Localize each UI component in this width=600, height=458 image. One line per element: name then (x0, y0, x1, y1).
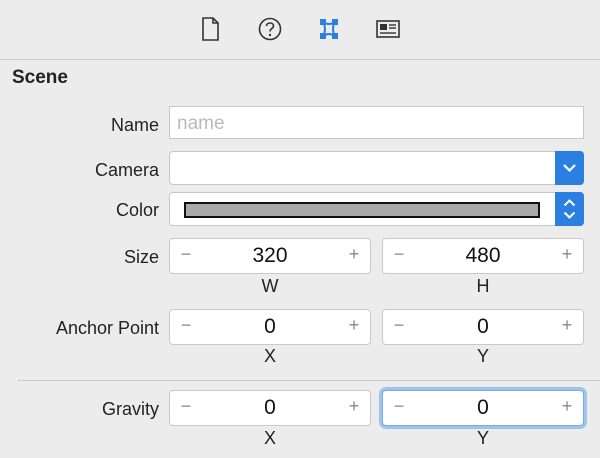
size-label: Size (123, 247, 159, 267)
anchor-y-stepper[interactable]: − 0 + (382, 309, 584, 345)
stepper-value[interactable]: 0 (413, 396, 553, 420)
decrement-button[interactable]: − (389, 244, 409, 265)
increment-button[interactable]: + (344, 396, 364, 417)
decrement-button[interactable]: − (389, 315, 409, 336)
name-label: Name (110, 115, 159, 135)
stepper-value[interactable]: 0 (200, 315, 340, 339)
camera-label: Camera (94, 160, 159, 180)
gravity-y-stepper[interactable]: − 0 + (382, 390, 584, 426)
increment-button[interactable]: + (557, 244, 577, 265)
camera-popup[interactable] (169, 151, 584, 185)
size-height-stepper[interactable]: − 480 + (382, 238, 584, 274)
chevron-updown-icon[interactable] (555, 192, 584, 226)
size-h-sublabel: H (476, 276, 490, 296)
name-placeholder: name (177, 113, 225, 134)
divider (18, 380, 600, 381)
anchor-x-sublabel: X (263, 346, 276, 366)
increment-button[interactable]: + (344, 315, 364, 336)
size-w-sublabel: W (261, 276, 279, 296)
stepper-value[interactable]: 0 (200, 396, 340, 420)
stepper-value[interactable]: 480 (413, 244, 553, 268)
stepper-value[interactable]: 320 (200, 244, 340, 268)
stepper-value[interactable]: 0 (413, 315, 553, 339)
gravity-y-sublabel: Y (476, 428, 489, 448)
decrement-button[interactable]: − (389, 396, 409, 417)
increment-button[interactable]: + (557, 396, 577, 417)
color-label: Color (115, 200, 159, 220)
size-width-stepper[interactable]: − 320 + (169, 238, 371, 274)
inspector-toolbar (0, 0, 600, 60)
size-inspector-icon[interactable] (374, 14, 402, 44)
name-field[interactable]: name (169, 106, 584, 139)
increment-button[interactable]: + (344, 244, 364, 265)
color-swatch[interactable] (184, 202, 540, 218)
gravity-label: Gravity (101, 399, 159, 419)
increment-button[interactable]: + (557, 315, 577, 336)
chevron-down-icon[interactable] (555, 151, 584, 185)
anchor-y-sublabel: Y (476, 346, 489, 366)
anchor-point-label: Anchor Point (55, 318, 159, 338)
decrement-button[interactable]: − (176, 315, 196, 336)
anchor-x-stepper[interactable]: − 0 + (169, 309, 371, 345)
gravity-x-stepper[interactable]: − 0 + (169, 390, 371, 426)
quick-help-icon[interactable] (256, 14, 284, 44)
gravity-x-sublabel: X (263, 428, 276, 448)
color-well-popup[interactable] (169, 192, 584, 226)
decrement-button[interactable]: − (176, 396, 196, 417)
attributes-inspector-icon[interactable] (315, 14, 343, 44)
decrement-button[interactable]: − (176, 244, 196, 265)
file-inspector-icon[interactable] (196, 14, 224, 44)
section-title: Scene (12, 67, 68, 88)
